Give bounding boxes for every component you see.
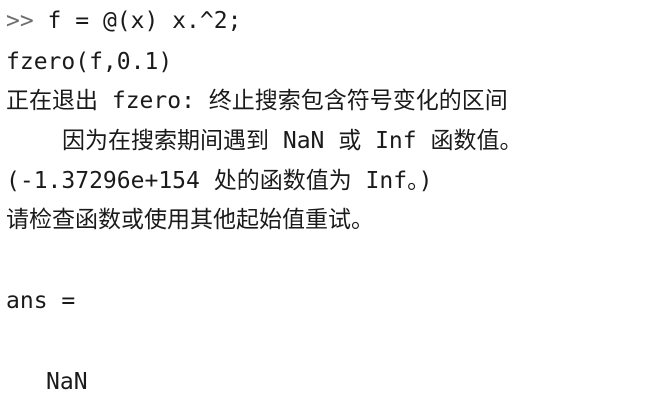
command-window[interactable]: >> f = @(x) x.^2; fzero(f,0.1) 正在退出 fzer… bbox=[0, 0, 662, 412]
warning-message-line-2: 因为在搜索期间遇到 NaN 或 Inf 函数值。 bbox=[62, 128, 523, 154]
warning-message-line-3: (-1.37296e+154 处的函数值为 Inf。) bbox=[6, 168, 433, 194]
warning-message-line-1: 正在退出 fzero: 终止搜索包含符号变化的区间 bbox=[6, 88, 508, 114]
command-line-2: fzero(f,0.1) bbox=[6, 49, 173, 75]
command-line-1: >> f = @(x) x.^2; bbox=[6, 6, 241, 36]
command-text: f = @(x) x.^2; bbox=[33, 8, 242, 34]
warning-message-line-4: 请检查函数或使用其他起始值重试。 bbox=[6, 207, 374, 233]
ans-value: NaN bbox=[46, 369, 88, 395]
command-prompt: >> bbox=[6, 8, 34, 34]
ans-label: ans = bbox=[6, 288, 76, 314]
